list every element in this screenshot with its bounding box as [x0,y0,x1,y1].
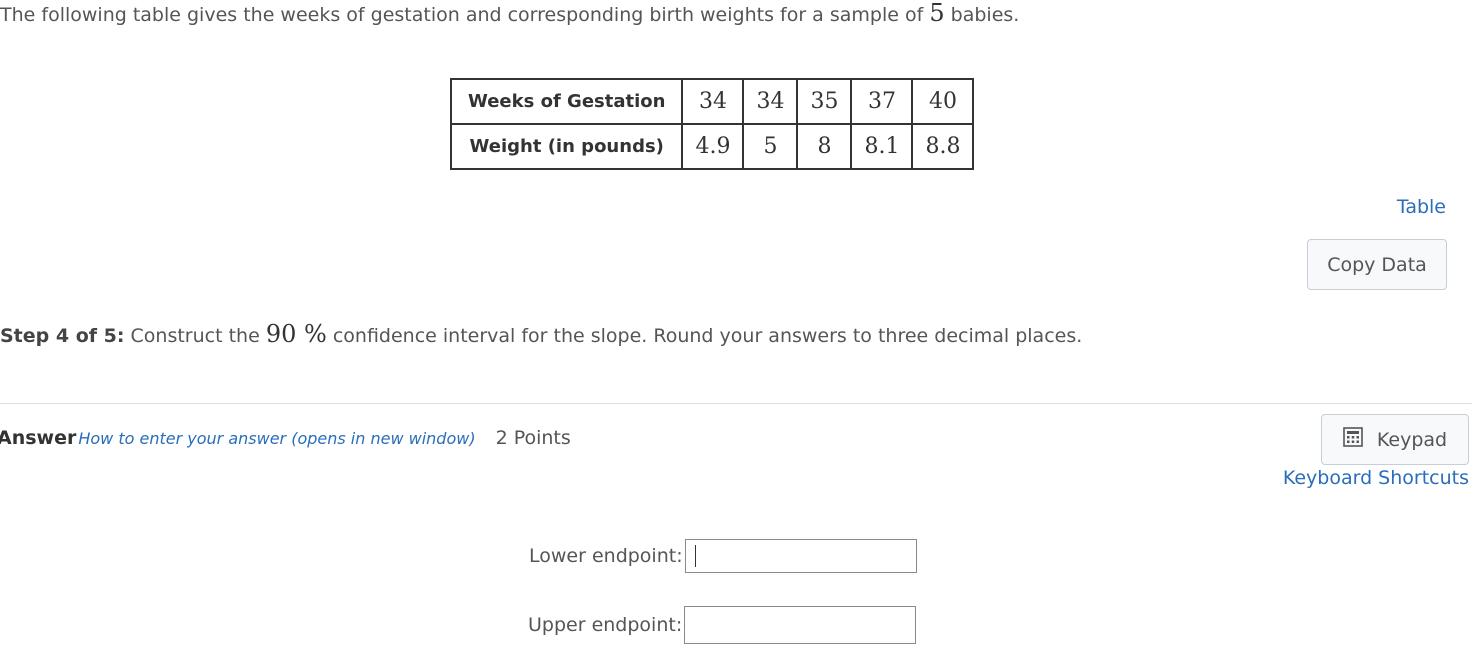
step-text-after: confidence interval for the slope. Round… [326,325,1083,347]
how-to-enter-link[interactable]: How to enter your answer (opens in new w… [78,429,475,448]
table-cell: 4.9 [681,123,745,170]
table-cell: 8.1 [850,123,914,170]
copy-data-button[interactable]: Copy Data [1307,239,1447,290]
table-cell: 34 [681,78,745,125]
confidence-level: 90 % [265,320,327,348]
intro-text-before: The following table gives the weeks of g… [0,4,930,26]
step-text-before: Construct the [124,325,266,347]
problem-intro: The following table gives the weeks of g… [0,0,1019,28]
answer-label: Answer [0,427,77,449]
keypad-button[interactable]: Keypad [1321,414,1469,465]
table-cell: 37 [850,78,914,125]
answer-header: Answer How to enter your answer (opens in… [0,427,571,449]
table-row: Weight (in pounds) 4.9 5 8 8.1 8.8 [449,123,975,170]
step-label: Step 4 of 5: [0,325,125,347]
section-divider [0,403,1472,404]
text-caret [694,545,696,567]
table-cell: 35 [796,78,853,125]
table-link[interactable]: Table [1397,196,1446,218]
table-cell: 5 [742,123,799,170]
calculator-icon [1343,427,1363,452]
row-header-weeks: Weeks of Gestation [449,78,684,125]
keypad-label: Keypad [1376,428,1448,451]
points-label: 2 Points [495,427,571,449]
step-instructions: Step 4 of 5: Construct the 90 % confiden… [0,320,1082,348]
keyboard-shortcuts-link[interactable]: Keyboard Shortcuts [1283,467,1469,489]
table-row: Weeks of Gestation 34 34 35 37 40 [449,78,975,125]
page: The following table gives the weeks of g… [0,0,1472,664]
lower-endpoint-input[interactable] [684,539,917,573]
table-cell: 40 [911,78,975,125]
table-cell: 8 [796,123,853,170]
upper-endpoint-label: Upper endpoint: [528,614,683,636]
lower-endpoint-row: Lower endpoint: [529,539,917,573]
upper-endpoint-row: Upper endpoint: [528,606,917,644]
intro-text-after: babies. [944,4,1020,26]
table-cell: 34 [742,78,799,125]
row-header-weight: Weight (in pounds) [449,123,684,170]
sample-size: 5 [929,0,945,27]
table-cell: 8.8 [911,123,975,170]
lower-endpoint-label: Lower endpoint: [529,545,683,567]
copy-data-label: Copy Data [1327,253,1427,276]
data-table: Weeks of Gestation 34 34 35 37 40 Weight… [449,78,975,170]
upper-endpoint-input[interactable] [684,606,917,644]
